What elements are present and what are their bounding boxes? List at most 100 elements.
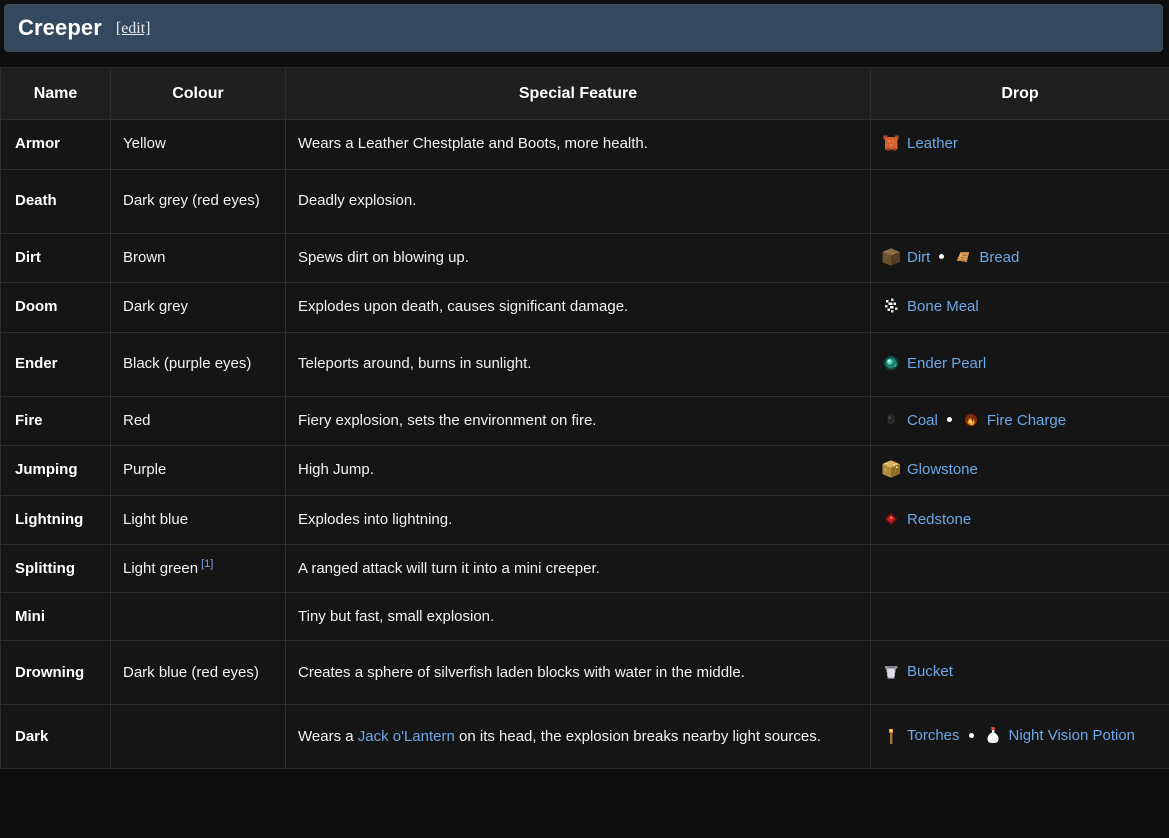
drop-item-link[interactable]: Coal: [907, 412, 938, 429]
feature-text: High Jump.: [298, 461, 374, 478]
cell-variant-colour: [111, 593, 286, 641]
drop-entry: Night Vision Potion: [983, 727, 1135, 744]
cell-special-feature: Explodes upon death, causes significant …: [286, 283, 871, 333]
colour-text: Purple: [123, 461, 166, 478]
cell-variant-name: Splitting: [1, 545, 111, 593]
cell-variant-name: Mini: [1, 593, 111, 641]
cell-drop: Bone Meal: [871, 283, 1169, 333]
drop-entry: Bone Meal: [881, 298, 979, 315]
feature-inline-link[interactable]: Jack o'Lantern: [358, 728, 455, 745]
cell-variant-name: Jumping: [1, 446, 111, 496]
cell-special-feature: Creates a sphere of silverfish laden blo…: [286, 641, 871, 705]
drop-entry: Torches: [881, 727, 960, 744]
column-header-special-feature: Special Feature: [286, 68, 871, 120]
redstone-icon: [881, 509, 901, 529]
cell-variant-colour: Light green[1]: [111, 545, 286, 593]
table-row: Ender Black (purple eyes) Teleports around…: [1, 332, 1169, 396]
cell-variant-name: Fire: [1, 396, 111, 446]
cell-variant-name: Lightning: [1, 495, 111, 545]
cell-special-feature: Tiny but fast, small explosion.: [286, 593, 871, 641]
drop-list: Leather: [881, 130, 1161, 159]
colour-text: Red: [123, 412, 151, 429]
cell-special-feature: Fiery explosion, sets the environment on…: [286, 396, 871, 446]
table-row: Dark Wears a Jack o'Lantern on its head, …: [1, 705, 1169, 769]
feature-text: Wears a: [298, 728, 358, 745]
cell-drop: Ender Pearl: [871, 332, 1169, 396]
drop-item-link[interactable]: Glowstone: [907, 461, 978, 478]
drop-list: Bone Meal: [881, 293, 1161, 322]
feature-text: Explodes upon death, causes significant …: [298, 298, 628, 315]
drop-item-link[interactable]: Night Vision Potion: [1009, 727, 1135, 744]
colour-text: Black (purple eyes): [123, 355, 251, 372]
drop-list: Redstone: [881, 506, 1161, 535]
page-title: Creeper: [18, 15, 102, 41]
drop-separator-dot: [969, 733, 974, 738]
drop-item-link[interactable]: Bucket: [907, 663, 953, 680]
feature-text: Explodes into lightning.: [298, 511, 452, 528]
torch-icon: [881, 725, 901, 745]
edit-section-link[interactable]: [edit]: [116, 20, 151, 38]
cell-variant-colour: Red: [111, 396, 286, 446]
cell-drop: Coal Fire Charge: [871, 396, 1169, 446]
bone-meal-icon: [881, 296, 901, 316]
reference-marker[interactable]: [1]: [201, 558, 213, 570]
dirt-block-icon: [881, 247, 901, 267]
feature-text: Wears a Leather Chestplate and Boots, mo…: [298, 135, 648, 152]
feature-text: Teleports around, burns in sunlight.: [298, 355, 531, 372]
table-row: ArmorYellow Wears a Leather Chestplate an…: [1, 120, 1169, 170]
drop-item-link[interactable]: Bread: [979, 249, 1019, 266]
colour-text: Light green: [123, 560, 198, 577]
cell-drop: Torches Night Vision Potion: [871, 705, 1169, 769]
cell-variant-colour: Black (purple eyes): [111, 332, 286, 396]
coal-icon: [881, 410, 901, 430]
colour-text: Dark grey: [123, 298, 188, 315]
cell-variant-name: Dark: [1, 705, 111, 769]
table-row: SplittingLight green[1]A ranged attack w…: [1, 545, 1169, 593]
drop-item-link[interactable]: Leather: [907, 135, 958, 152]
cell-special-feature: Wears a Jack o'Lantern on its head, the …: [286, 705, 871, 769]
feature-text: A ranged attack will turn it into a mini…: [298, 560, 600, 577]
drop-entry: Ender Pearl: [881, 355, 986, 372]
cell-variant-colour: Brown: [111, 233, 286, 283]
drop-list: Ender Pearl: [881, 350, 1161, 379]
cell-special-feature: A ranged attack will turn it into a mini…: [286, 545, 871, 593]
cell-variant-name: Armor: [1, 120, 111, 170]
colour-text: Dark grey (red eyes): [123, 192, 260, 209]
drop-item-link[interactable]: Torches: [907, 727, 960, 744]
cell-variant-name: Dirt: [1, 233, 111, 283]
drop-item-link[interactable]: Dirt: [907, 249, 930, 266]
cell-special-feature: High Jump.: [286, 446, 871, 496]
reference-link[interactable]: [1]: [201, 558, 213, 570]
drop-item-link[interactable]: Redstone: [907, 511, 971, 528]
cell-variant-name: Drowning: [1, 641, 111, 705]
drop-entry: Dirt: [881, 249, 930, 266]
cell-drop: Bucket: [871, 641, 1169, 705]
cell-variant-colour: Yellow: [111, 120, 286, 170]
ender-pearl-icon: [881, 353, 901, 373]
drop-list: Dirt Bread: [881, 244, 1161, 273]
cell-special-feature: Deadly explosion.: [286, 169, 871, 233]
table-header-row: Name Colour Special Feature Drop: [1, 68, 1169, 120]
glowstone-icon: [881, 459, 901, 479]
feature-text: Spews dirt on blowing up.: [298, 249, 469, 266]
cell-variant-name: Ender: [1, 332, 111, 396]
drop-list: Coal Fire Charge: [881, 407, 1161, 436]
cell-special-feature: Teleports around, burns in sunlight.: [286, 332, 871, 396]
feature-text: on its head, the explosion breaks nearby…: [455, 728, 821, 745]
drop-item-link[interactable]: Fire Charge: [987, 412, 1066, 429]
column-header-colour: Colour: [111, 68, 286, 120]
drop-item-link[interactable]: Ender Pearl: [907, 355, 986, 372]
cell-special-feature: Explodes into lightning.: [286, 495, 871, 545]
cell-variant-colour: Dark grey: [111, 283, 286, 333]
cell-variant-colour: Dark blue (red eyes): [111, 641, 286, 705]
creeper-variants-table: Name Colour Special Feature Drop ArmorYe…: [0, 67, 1169, 769]
feature-text: Tiny but fast, small explosion.: [298, 608, 494, 625]
potion-icon: [983, 725, 1003, 745]
table-body: ArmorYellow Wears a Leather Chestplate an…: [1, 120, 1169, 769]
drop-item-link[interactable]: Bone Meal: [907, 298, 979, 315]
cell-variant-colour: [111, 705, 286, 769]
table-row: DeathDark grey (red eyes)Deadly explosio…: [1, 169, 1169, 233]
drop-list: Bucket: [881, 658, 1161, 687]
page-heading-bar: Creeper [edit]: [4, 4, 1163, 52]
cell-variant-name: Doom: [1, 283, 111, 333]
